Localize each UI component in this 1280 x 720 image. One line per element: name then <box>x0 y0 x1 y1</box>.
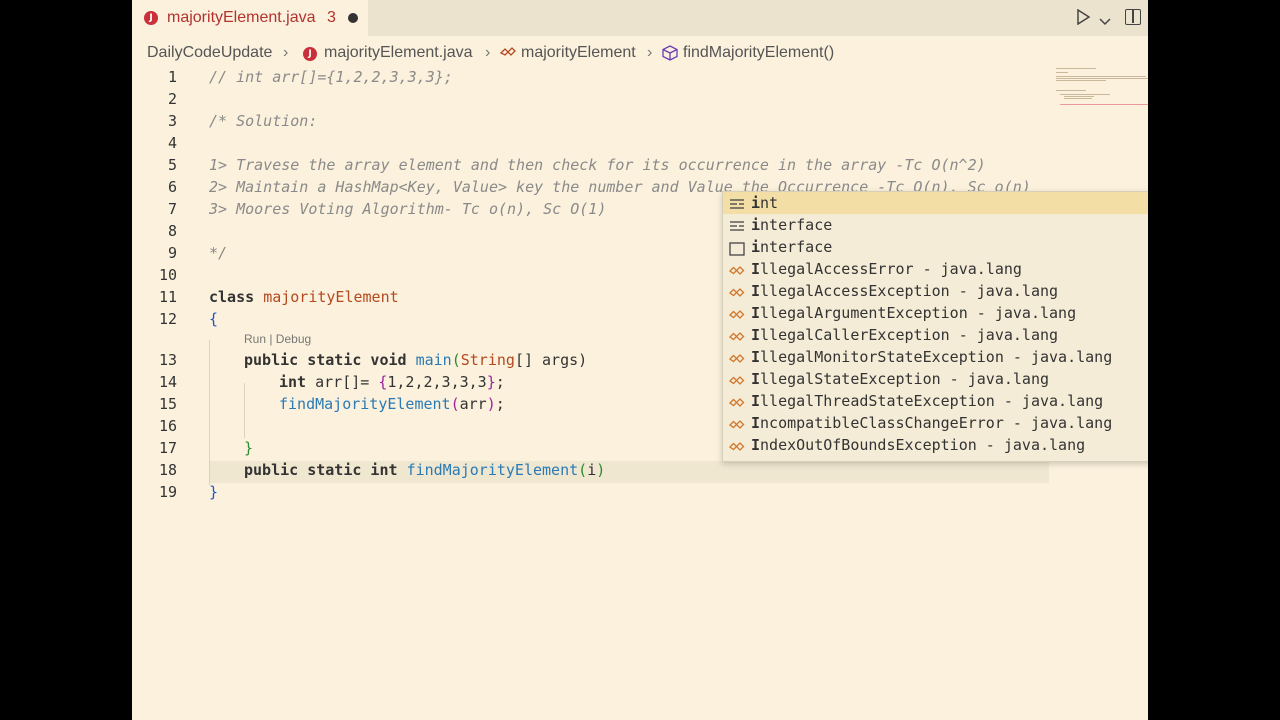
class-icon <box>728 416 745 430</box>
class-icon <box>728 438 745 452</box>
code-line: 3/* Solution: <box>167 112 318 130</box>
tab-majority-element[interactable]: J majorityElement.java 3 <box>132 0 368 36</box>
code-line: 18 public static int findMajorityElement(… <box>158 461 606 479</box>
code-line: 19} <box>158 483 219 501</box>
class-icon <box>499 45 517 66</box>
minimap[interactable] <box>1052 66 1148 116</box>
autocomplete-suggestion-list[interactable]: int interface interface IllegalAccessErr… <box>722 191 1148 462</box>
breadcrumb-folder[interactable]: DailyCodeUpdate <box>147 44 272 62</box>
keyword-icon <box>729 218 745 232</box>
suggestion-item[interactable]: IllegalThreadStateException - java.lang <box>723 390 1148 412</box>
chevron-right-icon: › <box>647 44 653 61</box>
suggestion-item[interactable]: IllegalCallerException - java.lang <box>723 324 1148 346</box>
code-line: 5 1> Travese the array element and then c… <box>167 156 986 174</box>
chevron-down-icon[interactable] <box>1099 12 1111 31</box>
snippet-icon <box>729 240 745 256</box>
keyword-icon <box>729 196 745 210</box>
suggestion-item[interactable]: IllegalArgumentException - java.lang <box>723 302 1148 324</box>
unsaved-dot-icon[interactable] <box>348 13 358 23</box>
method-icon <box>662 45 678 66</box>
tab-problem-count: 3 <box>327 9 336 26</box>
chevron-right-icon: › <box>485 44 491 61</box>
code-line: 2 <box>167 90 177 108</box>
class-icon <box>728 284 745 298</box>
breadcrumb-class[interactable]: majorityElement <box>521 44 636 62</box>
java-file-icon: J <box>144 11 158 25</box>
chevron-right-icon: › <box>283 44 289 61</box>
breadcrumb-file[interactable]: majorityElement.java <box>324 44 473 62</box>
run-debug-codelens[interactable]: Run | Debug <box>244 332 311 346</box>
suggestion-item[interactable]: interface <box>723 236 1148 258</box>
suggestion-item[interactable]: int <box>723 192 1148 214</box>
suggestion-item[interactable]: IncompatibleClassChangeError - java.lang <box>723 412 1148 434</box>
java-file-icon: J <box>303 47 317 61</box>
breadcrumb-method[interactable]: findMajorityElement() <box>683 44 834 62</box>
tab-filename: majorityElement.java <box>167 9 316 26</box>
suggestion-item[interactable]: IllegalAccessError - java.lang <box>723 258 1148 280</box>
suggestion-item[interactable]: IllegalMonitorStateException - java.lang <box>723 346 1148 368</box>
class-icon <box>728 350 745 364</box>
class-icon <box>728 372 745 386</box>
suggestion-item[interactable]: IndexOutOfBoundsException - java.lang <box>723 434 1148 456</box>
code-line: 1// int arr[]={1,2,2,3,3,3}; <box>167 68 453 86</box>
suggestion-item[interactable]: interface <box>723 214 1148 236</box>
class-icon <box>728 306 745 320</box>
suggestion-item[interactable]: IllegalStateException - java.lang <box>723 368 1148 390</box>
class-icon <box>728 262 745 276</box>
run-icon[interactable] <box>1076 9 1090 25</box>
class-icon <box>728 328 745 342</box>
tab-bar: J majorityElement.java 3 <box>132 0 1148 36</box>
split-editor-icon[interactable] <box>1125 9 1141 25</box>
suggestion-item[interactable]: IllegalAccessException - java.lang <box>723 280 1148 302</box>
code-line: 4 <box>167 134 177 152</box>
class-icon <box>728 394 745 408</box>
code-editor[interactable]: J majorityElement.java 3 DailyCodeUpdate… <box>132 0 1148 720</box>
